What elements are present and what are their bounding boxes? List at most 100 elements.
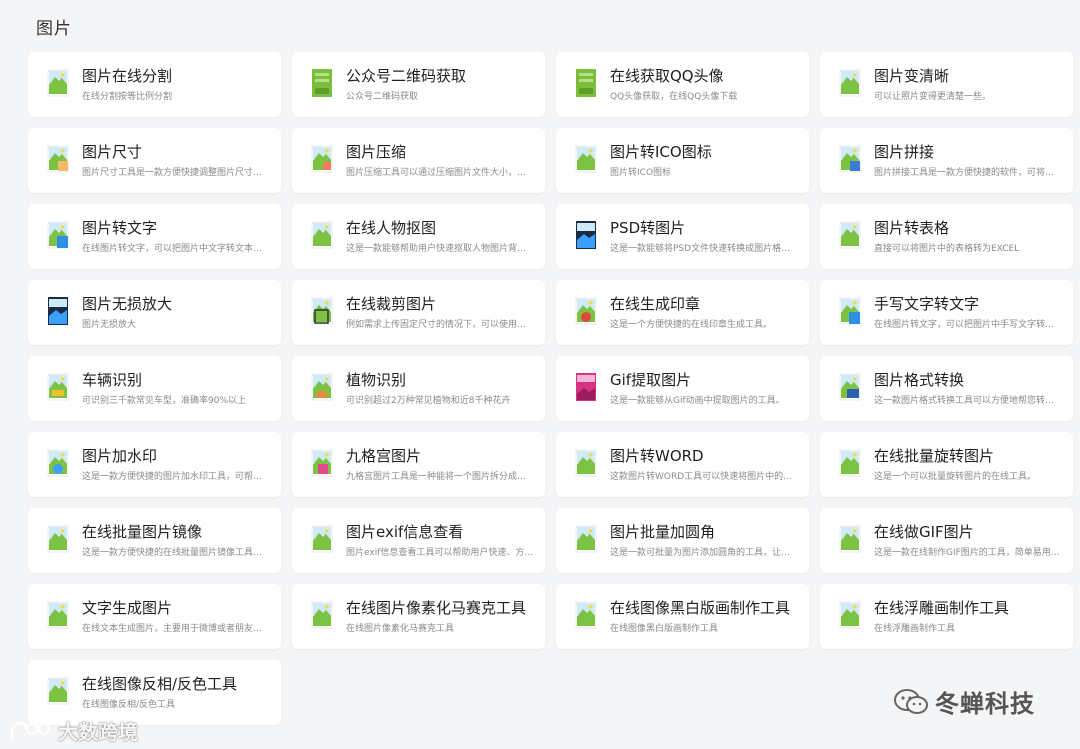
tool-title: 在线批量旋转图片	[874, 447, 995, 465]
tool-title: 图片转ICO图标	[610, 143, 712, 161]
tool-description: 这是一款方便快捷的图片加水印工具，可帮…	[82, 472, 263, 482]
tool-card[interactable]: 公众号二维码获取 公众号二维码获取	[292, 52, 545, 117]
watermark-left-text: 大数跨境	[58, 720, 138, 744]
nine-grid-icon	[311, 449, 333, 477]
tool-title: 在线图像反相/反色工具	[82, 675, 238, 693]
tool-card[interactable]: 在线做GIF图片 这是一款在线制作GIF图片的工具，简单易用…	[820, 508, 1073, 573]
tool-description: 在线图片转文字，可以把图片中手写文字转…	[874, 320, 1055, 330]
tool-title: 图片拼接	[874, 143, 935, 161]
tool-card[interactable]: 图片压缩 图片压缩工具可以通过压缩图片文件大小，…	[292, 128, 545, 193]
tool-description: 在线分割按等比例分割	[82, 92, 173, 102]
tool-title: 在线人物抠图	[346, 219, 437, 237]
image-crop-icon	[311, 297, 333, 325]
tool-title: 在线获取QQ头像	[610, 67, 724, 85]
psd-icon	[48, 297, 68, 325]
tool-card[interactable]: 图片格式转换这一款图片格式转换工具可以方便地帮您转…	[820, 356, 1073, 421]
tool-card[interactable]: 图片转WORD 这款图片转WORD工具可以快速将图片中的…	[556, 432, 809, 497]
tool-card[interactable]: 图片转文字在线图片转文字，可以把图片中文字转文本…	[28, 204, 281, 269]
tool-title: 在线图片像素化马赛克工具	[346, 599, 527, 617]
tool-title: 在线批量图片镜像	[82, 523, 203, 541]
tool-card[interactable]: 图片加水印这是一款方便快捷的图片加水印工具，可帮…	[28, 432, 281, 497]
tool-title: 图片格式转换	[874, 371, 965, 389]
tool-description: 可识别超过2万种常见植物和近8千种花卉	[346, 396, 511, 406]
tool-card[interactable]: 图片无损放大 图片无损放大	[28, 280, 281, 345]
tool-title: 图片在线分割	[82, 67, 173, 85]
tool-description: 在线文本生成图片，主要用于微博或者朋友…	[82, 624, 263, 634]
tool-title: 九格宫图片	[346, 447, 422, 465]
car-icon	[47, 373, 69, 401]
tool-title: 图片转文字	[82, 219, 158, 237]
tool-card[interactable]: 在线人物抠图这是一款能够帮助用户快速抠取人物图片背…	[292, 204, 545, 269]
tool-card[interactable]: 在线获取QQ头像 QQ头像获取，在线QQ头像下载	[556, 52, 809, 117]
tool-card[interactable]: 在线批量图片镜像这是一款方便快捷的在线批量图片镜像工具…	[28, 508, 281, 573]
tool-card[interactable]: 在线生成印章这是一个方便快捷的在线印章生成工具。	[556, 280, 809, 345]
image-resize-icon	[47, 145, 69, 173]
tool-description: 这是一款能够帮助用户快速抠取人物图片背…	[346, 244, 527, 254]
image-convert-icon	[839, 373, 861, 401]
tool-description: 在线图片转文字，可以把图片中文字转文本…	[82, 244, 263, 254]
tool-description: 在线浮雕画制作工具	[874, 624, 956, 634]
tool-description: 这是一款能够从Gif动画中提取图片的工具。	[610, 396, 785, 406]
tool-card[interactable]: 图片拼接 图片拼接工具是一款方便快捷的软件，可将…	[820, 128, 1073, 193]
image-icon	[47, 601, 69, 629]
image-icon	[311, 525, 333, 553]
image-icon	[839, 449, 861, 477]
gif-icon	[576, 373, 596, 401]
tool-description: 这一款图片格式转换工具可以方便地帮您转…	[874, 396, 1055, 406]
image-icon	[311, 601, 333, 629]
tool-description: 这是一款可批量为图片添加圆角的工具，让…	[610, 548, 791, 558]
tool-card[interactable]: 九格宫图片 九格宫图片工具是一种能将一个图片拆分成…	[292, 432, 545, 497]
image-icon	[575, 449, 597, 477]
tool-card[interactable]: 在线裁剪图片 例如需求上传固定尺寸的情况下，可以使用…	[292, 280, 545, 345]
tool-card[interactable]: 植物识别 可识别超过2万种常见植物和近8千种花卉	[292, 356, 545, 421]
tool-title: 车辆识别	[82, 371, 143, 389]
tool-card[interactable]: Gif提取图片这是一款能够从Gif动画中提取图片的工具。	[556, 356, 809, 421]
tool-description: 这是一款方便快捷的在线批量图片镜像工具…	[82, 548, 263, 558]
tool-card[interactable]: 文字生成图片在线文本生成图片，主要用于微博或者朋友…	[28, 584, 281, 649]
tool-title: PSD转图片	[610, 219, 686, 237]
image-compress-icon	[311, 145, 333, 173]
image-icon	[575, 601, 597, 629]
tool-card[interactable]: 在线图片像素化马赛克工具 在线图片像素化马赛克工具	[292, 584, 545, 649]
image-icon	[575, 145, 597, 173]
tool-title: Gif提取图片	[610, 371, 692, 389]
tool-card[interactable]: 手写文字转文字 在线图片转文字，可以把图片中手写文字转…	[820, 280, 1073, 345]
tool-description: 在线图像反相/反色工具	[82, 700, 176, 710]
note-book-icon	[576, 69, 596, 97]
tool-title: 在线生成印章	[610, 295, 701, 313]
plant-icon	[311, 373, 333, 401]
tool-description: 这是一款能够将PSD文件快速转换成图片格…	[610, 244, 791, 254]
tool-description: 这是一个方便快捷的在线印章生成工具。	[610, 320, 773, 330]
tool-title: 在线图像黑白版画制作工具	[610, 599, 791, 617]
tool-title: 图片转WORD	[610, 447, 704, 465]
tool-card[interactable]: 图片在线分割在线分割按等比例分割	[28, 52, 281, 117]
tool-grid: 图片在线分割 在线分割按等比例分割 公众号二维码获取 公众号二维码获取 在线获取QQ头像…	[28, 52, 1073, 725]
tool-description: 图片无损放大	[82, 320, 137, 330]
image-icon	[311, 221, 333, 249]
tool-card[interactable]: 图片转ICO图标 图片转ICO图标	[556, 128, 809, 193]
tool-card[interactable]: PSD转图片这是一款能够将PSD文件快速转换成图片格…	[556, 204, 809, 269]
tool-title: 图片加水印	[82, 447, 158, 465]
image-icon	[47, 69, 69, 97]
watermark-left: 大数跨境	[8, 716, 138, 745]
tool-description: 例如需求上传固定尺寸的情况下，可以使用…	[346, 320, 527, 330]
tool-card[interactable]: 在线浮雕画制作工具 在线浮雕画制作工具	[820, 584, 1073, 649]
tool-card[interactable]: 图片尺寸 图片尺寸工具是一款方便快捷调整图片尺寸…	[28, 128, 281, 193]
tool-card[interactable]: 图片变清晰 可以让照片变得更清楚一些。	[820, 52, 1073, 117]
tool-card[interactable]: 图片转表格 直接可以将图片中的表格转为EXCEL	[820, 204, 1073, 269]
tool-title: 图片变清晰	[874, 67, 950, 85]
watermark-right-text: 冬蝉科技	[935, 690, 1035, 718]
tool-card[interactable]: 图片exif信息查看 图片exif信息查看工具可以帮助用户快速、方…	[292, 508, 545, 573]
image-watermark-icon	[47, 449, 69, 477]
tool-description: 这款图片转WORD工具可以快速将图片中的…	[610, 472, 793, 482]
tool-description: 在线图片像素化马赛克工具	[346, 624, 455, 634]
tool-title: 图片尺寸	[82, 143, 143, 161]
tool-title: 文字生成图片	[82, 599, 173, 617]
tool-card[interactable]: 车辆识别 可识别三千款常见车型，准确率90%以上	[28, 356, 281, 421]
tool-card[interactable]: 图片批量加圆角 这是一款可批量为图片添加圆角的工具，让…	[556, 508, 809, 573]
tool-description: 图片转ICO图标	[610, 168, 672, 178]
tool-description: 直接可以将图片中的表格转为EXCEL	[874, 244, 1020, 254]
tool-card[interactable]: 在线批量旋转图片 这是一个可以批量旋转图片的在线工具。	[820, 432, 1073, 497]
tool-title: 图片无损放大	[82, 295, 173, 313]
tool-card[interactable]: 在线图像黑白版画制作工具 在线图像黑白版画制作工具	[556, 584, 809, 649]
